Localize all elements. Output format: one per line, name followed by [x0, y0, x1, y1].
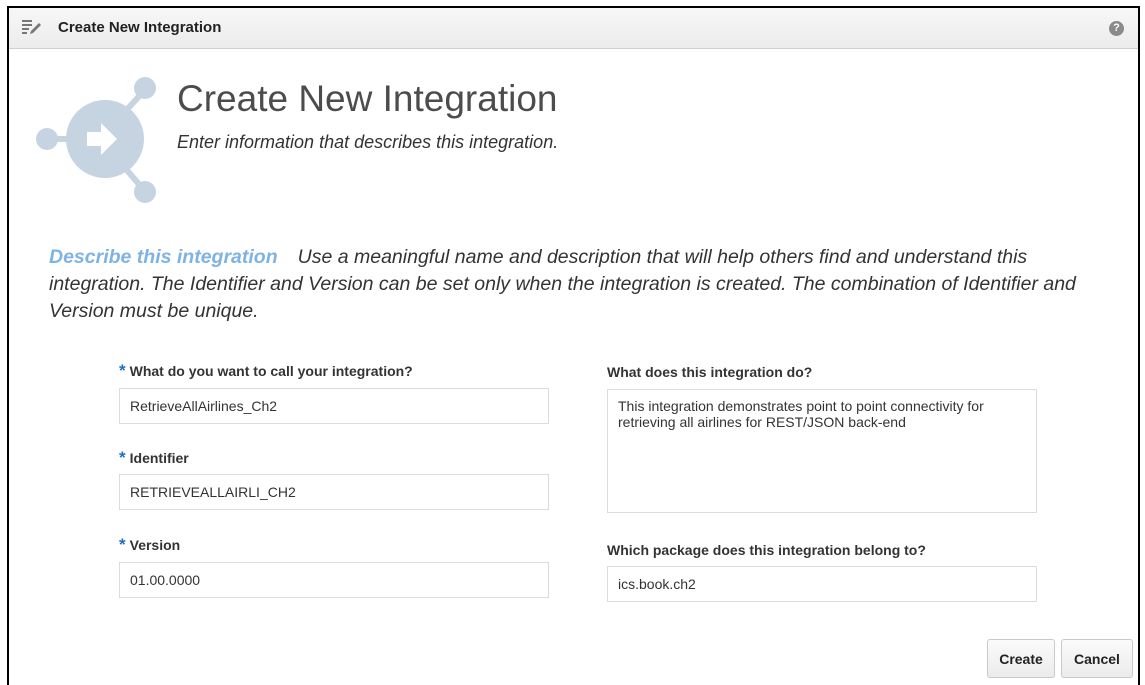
page-title: Create New Integration [177, 78, 558, 119]
description-textarea[interactable]: This integration demonstrates point to p… [607, 389, 1037, 513]
description-label: What does this integration do? [607, 364, 813, 380]
integration-icon [36, 77, 156, 203]
dialog-title: Create New Integration [58, 19, 222, 36]
describe-section: Describe this integration Use a meaningfu… [49, 244, 1119, 325]
required-marker: * [119, 535, 126, 554]
required-marker: * [119, 361, 126, 380]
identifier-label: * Identifier [119, 448, 189, 468]
version-input[interactable] [119, 562, 549, 598]
create-integration-dialog: Create New Integration ? Create New Inte… [7, 6, 1140, 685]
dialog-titlebar: Create New Integration ? [9, 8, 1138, 49]
help-icon[interactable]: ? [1109, 21, 1124, 36]
identifier-input[interactable] [119, 474, 549, 510]
version-label-text: Version [129, 537, 181, 553]
identifier-label-text: Identifier [129, 450, 189, 466]
name-label-text: What do you want to call your integratio… [129, 363, 413, 379]
page-subtitle: Enter information that describes this in… [177, 132, 559, 152]
name-label: * What do you want to call your integrati… [119, 361, 413, 381]
required-marker: * [119, 448, 126, 467]
integration-name-input[interactable] [119, 388, 549, 424]
package-label: Which package does this integration belo… [607, 542, 926, 558]
package-input[interactable] [607, 566, 1037, 602]
describe-heading: Describe this integration [49, 246, 278, 268]
cancel-button[interactable]: Cancel [1061, 639, 1133, 678]
edit-list-icon [22, 20, 41, 34]
create-button[interactable]: Create [987, 639, 1055, 678]
version-label: * Version [119, 535, 180, 555]
